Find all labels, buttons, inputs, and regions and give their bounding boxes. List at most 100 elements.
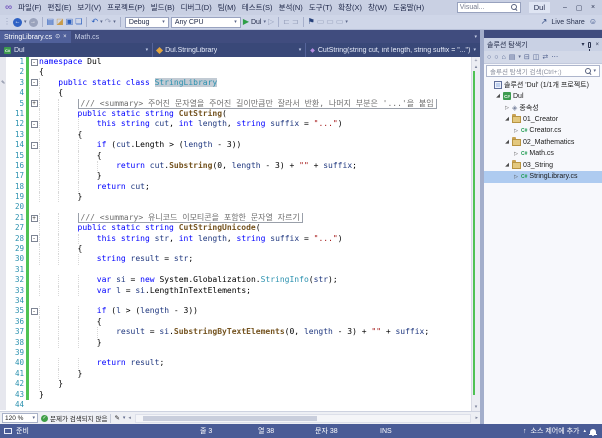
close-tab-icon[interactable]: × (63, 34, 67, 40)
type-dropdown[interactable]: Dul.StringLibrary ▾ (153, 43, 307, 57)
solution-platform-dropdown[interactable]: Any CPU ▾ (170, 16, 241, 28)
code-line-40[interactable]: 40 return result; (0, 358, 471, 369)
navigate-forward-button[interactable]: → (28, 17, 38, 27)
code-line-5[interactable]: 5 + /// <summary> 주어진 문자열을 주어진 길이만큼만 잘라서 반… (0, 98, 471, 109)
collapse-all-button[interactable]: ⊟ (524, 53, 530, 61)
switch-views-button[interactable]: ▤ (509, 53, 516, 61)
add-to-source-control-button[interactable]: 소스 제어에 추가 (531, 426, 580, 436)
code-line-34[interactable]: 34 (0, 295, 471, 307)
code-line-38[interactable]: 38} (0, 337, 471, 348)
minimize-button[interactable]: – (558, 4, 572, 11)
tab-list-dropdown-icon[interactable]: ▾ (474, 34, 477, 40)
code-line-30[interactable]: 30 string result = str; (0, 254, 471, 265)
code-line-29[interactable]: 29 { (0, 244, 471, 255)
tree-item-01_Creator[interactable]: ◢ 01_Creator (484, 114, 602, 126)
fold-toggle-icon[interactable]: - (30, 235, 38, 243)
bookmark-clear-button[interactable]: ▭ (336, 18, 344, 26)
code-line-27[interactable]: 27 public static string CutStringUnicode( (0, 223, 471, 234)
menu-item-0[interactable]: 파일(F) (15, 1, 44, 14)
code-line-33[interactable]: 33 var l = si.LengthInTextElements; (0, 285, 471, 296)
code-line-44[interactable]: 44 (0, 399, 471, 411)
code-line-13[interactable]: 13 { (0, 129, 471, 141)
switch-views-caret-icon[interactable]: ▾ (518, 54, 521, 60)
pin-icon[interactable] (588, 41, 592, 51)
navigate-backward-button[interactable]: ← (13, 17, 22, 27)
undo-caret-icon[interactable]: ▾ (100, 19, 103, 25)
attach-to-process-button[interactable]: ▷ (268, 18, 274, 26)
tree-expander-icon[interactable]: ◢ (504, 116, 510, 122)
home-button[interactable]: ⌂ (501, 54, 505, 61)
fold-margin[interactable]: - (29, 57, 39, 67)
back-button[interactable]: ○ (487, 54, 491, 61)
quick-launch-search[interactable]: Visual... (456, 2, 521, 13)
code-line-2[interactable]: 2{ (0, 67, 471, 78)
menu-item-10[interactable]: 확장(X) (335, 1, 365, 14)
code-line-12[interactable]: 12- this string cut, int length, string s… (0, 119, 471, 130)
fold-toggle-icon[interactable]: - (30, 58, 38, 66)
menu-item-9[interactable]: 도구(T) (306, 1, 335, 14)
code-line-39[interactable]: 39 (0, 347, 471, 359)
scroll-down-icon[interactable]: ▾ (475, 404, 478, 410)
cursor-character-indicator[interactable]: 문자 38 (315, 424, 338, 438)
fold-margin[interactable]: - (29, 119, 39, 129)
tree-item-종속성[interactable]: ▷ ◈ 종속성 (484, 102, 602, 114)
redo-caret-icon[interactable]: ▾ (113, 19, 116, 25)
tree-expander-icon[interactable]: ▷ (513, 174, 519, 180)
tree-item-03_String[interactable]: ◢ 03_String (484, 160, 602, 172)
code-cleanup-button[interactable]: ✎ (114, 414, 119, 422)
bookmark-button[interactable]: ⚑ (308, 18, 315, 26)
code-line-31[interactable]: 31 (0, 264, 471, 276)
menu-item-12[interactable]: 도움말(H) (390, 1, 427, 14)
code-cleanup-caret-icon[interactable]: ▾ (123, 415, 126, 421)
close-panel-icon[interactable]: × (595, 42, 599, 48)
live-share-button[interactable]: Live Share (551, 19, 584, 26)
redo-button[interactable]: ↷ (105, 18, 112, 26)
toolbar-overflow-button[interactable]: ▾ (345, 19, 348, 25)
undo-button[interactable]: ↶ (91, 18, 98, 26)
feedback-icon[interactable]: ☺ (589, 18, 597, 26)
tree-item-02_Mathematics[interactable]: ◢ 02_Mathematics (484, 137, 602, 149)
pin-icon[interactable]: ⊙ (55, 34, 60, 40)
fold-margin[interactable]: - (29, 140, 39, 150)
save-button[interactable]: ▣ (66, 18, 74, 26)
menu-item-7[interactable]: 테스트(S) (239, 1, 276, 14)
code-line-28[interactable]: 28- this string str, int length, string s… (0, 233, 471, 245)
show-all-files-button[interactable]: ◫ (533, 53, 540, 61)
code-line-18[interactable]: 18 return cut; (0, 181, 471, 193)
tree-expander-icon[interactable]: ◢ (495, 93, 501, 99)
fold-margin[interactable]: - (29, 78, 39, 88)
start-debugging-button[interactable]: ▶ Dul ▾ (243, 18, 266, 26)
code-line-11[interactable]: 11 public static string CutString( (0, 108, 471, 120)
member-dropdown[interactable]: ◆ CutString(string cut, int length, stri… (306, 43, 480, 57)
forward-button[interactable]: ○ (494, 54, 498, 61)
code-line-14[interactable]: 14- if (cut.Length > (length - 3)) (0, 140, 471, 151)
scroll-right-icon[interactable]: ▸ (475, 415, 478, 421)
code-line-4[interactable]: 4{ (0, 88, 471, 99)
tree-item-StringLibrary.cs[interactable]: ▷ C# StringLibrary.cs (484, 171, 602, 183)
code-line-41[interactable]: 41} (0, 368, 471, 380)
cursor-line-indicator[interactable]: 줄 3 (200, 424, 212, 438)
menu-item-3[interactable]: 프로젝트(P) (104, 1, 148, 14)
code-line-32[interactable]: 32 var si = new System.Globalization.Stri… (0, 275, 471, 286)
fold-toggle-icon[interactable]: - (30, 308, 38, 316)
menu-item-4[interactable]: 빌드(B) (148, 1, 178, 14)
solution-explorer-search[interactable]: 솔루션 탐색기 검색(Ctrl+;) ▾ (486, 65, 600, 77)
new-file-button[interactable]: ▤ (47, 18, 55, 26)
code-line-3[interactable]: ✎ 3- public static class StringLibrary (0, 77, 471, 89)
insert-mode-indicator[interactable]: INS (380, 424, 392, 438)
horizontal-scrollbar[interactable] (134, 413, 472, 423)
sync-with-active-document-button[interactable]: ⇄ (542, 53, 548, 61)
tree-item-Dul[interactable]: ◢ C# Dul (484, 91, 602, 103)
navigate-back-caret-icon[interactable]: ▾ (24, 19, 27, 25)
indent-increase-button[interactable]: ⊐ (292, 18, 299, 26)
menu-item-11[interactable]: 창(W) (365, 1, 390, 14)
tree-expander-icon[interactable]: ◢ (504, 162, 510, 168)
tree-expander-icon[interactable]: ▷ (504, 105, 510, 111)
menu-item-1[interactable]: 편집(E) (45, 1, 75, 14)
code-editor[interactable]: 1- namespace Dul 2{✎ 3- public static class … (0, 57, 480, 411)
code-line-37[interactable]: 37 result = si.SubstringByTextElements(0,… (0, 327, 471, 338)
tree-item-Math.cs[interactable]: ▷ C# Math.cs (484, 148, 602, 160)
fold-margin[interactable]: + (29, 99, 39, 109)
fold-toggle-icon[interactable]: - (30, 121, 38, 129)
code-line-20[interactable]: 20 (0, 202, 471, 213)
